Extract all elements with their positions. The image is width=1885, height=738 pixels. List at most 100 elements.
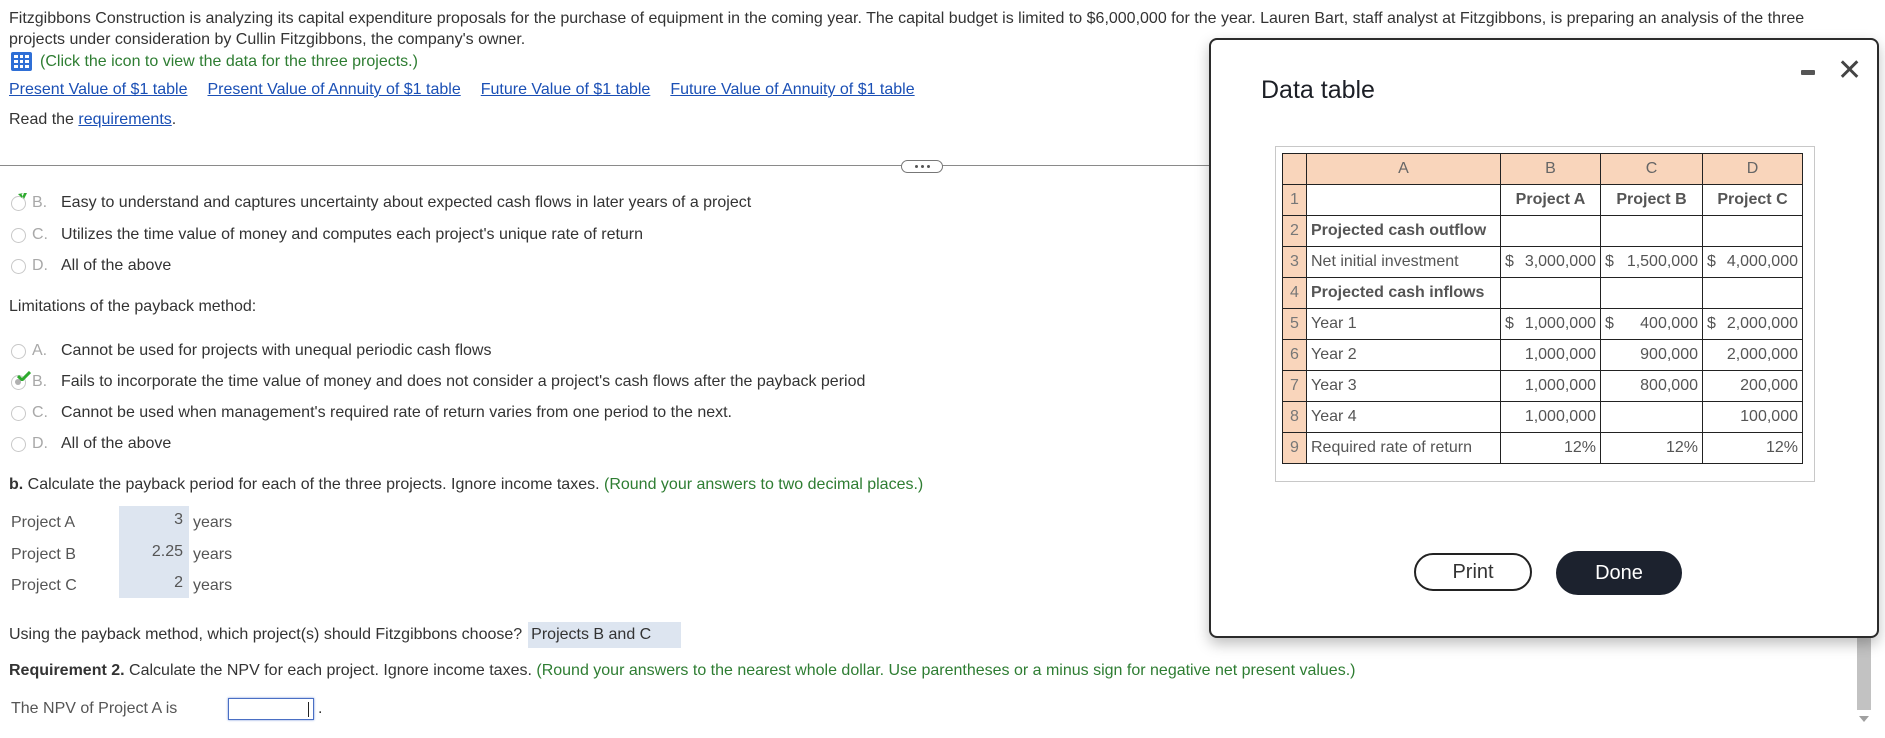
corner-cell: [1282, 153, 1307, 185]
npv-project-a-input[interactable]: [228, 698, 314, 720]
payback-value-input[interactable]: 3: [119, 511, 191, 529]
requirement-2-text: Calculate the NPV for each project. Igno…: [124, 662, 537, 679]
cell-value: 400,000: [1640, 315, 1698, 332]
payback-value-input[interactable]: 2.25: [119, 543, 191, 561]
data-hint-row[interactable]: (Click the icon to view the data for the…: [11, 52, 418, 71]
print-button[interactable]: Print: [1414, 553, 1532, 591]
cell-project-c: $4,000,000: [1702, 246, 1803, 278]
row-label: Required rate of return: [1306, 432, 1501, 464]
data-table: A B C D 1 Project A Project B Project C …: [1282, 153, 1803, 464]
limitation-option-a[interactable]: A. Cannot be used for projects with uneq…: [11, 340, 491, 362]
cell-project-b: 900,000: [1600, 339, 1703, 371]
requirement-2-hint: (Round your answers to the nearest whole…: [536, 662, 1356, 679]
minimize-icon[interactable]: [1801, 70, 1815, 75]
close-icon[interactable]: ✕: [1837, 56, 1862, 86]
advantage-option-d[interactable]: D. All of the above: [11, 255, 171, 277]
option-letter: C.: [32, 404, 48, 421]
cell: [1500, 215, 1601, 247]
row-label: [1306, 184, 1501, 216]
row-label: Projected cash inflows: [1306, 277, 1501, 309]
radio-button-selected[interactable]: [11, 370, 31, 390]
option-text: Cannot be used for projects with unequal…: [61, 342, 492, 359]
project-c-header: Project C: [1702, 184, 1803, 216]
modal-title: Data table: [1261, 76, 1375, 104]
payback-row-project-b: Project B 2.25 years: [11, 543, 232, 566]
payback-unit: years: [193, 514, 233, 531]
table-row: 4 Projected cash inflows: [1282, 277, 1803, 309]
cell-project-a: $3,000,000: [1500, 246, 1601, 278]
payback-value-input[interactable]: 2: [119, 574, 191, 592]
grid-table-icon[interactable]: [11, 52, 32, 71]
row-number: 5: [1282, 308, 1307, 340]
payback-label: Project C: [11, 577, 77, 594]
payback-label: Project A: [11, 514, 76, 531]
option-text: All of the above: [61, 435, 172, 452]
radio-button[interactable]: [11, 405, 26, 421]
cell-project-a: 1,000,000: [1500, 339, 1601, 371]
choose-question-row: Using the payback method, which project(…: [9, 622, 682, 648]
row-number: 8: [1282, 401, 1307, 433]
column-header-d: D: [1702, 153, 1803, 185]
cell: [1500, 277, 1601, 309]
radio-button[interactable]: [11, 436, 26, 452]
choose-answer-dropdown[interactable]: Projects B and C: [528, 622, 682, 648]
cell-project-c: 200,000: [1702, 370, 1803, 402]
payback-row-project-a: Project A 3 years: [11, 511, 233, 534]
row-label: Year 3: [1306, 370, 1501, 402]
cell-project-c: 12%: [1702, 432, 1803, 464]
row-number: 2: [1282, 215, 1307, 247]
part-b-text: Calculate the payback period for each of…: [23, 476, 604, 493]
radio-button[interactable]: [11, 227, 26, 243]
payback-label: Project B: [11, 546, 76, 563]
row-number: 3: [1282, 246, 1307, 278]
cell-project-b: [1600, 401, 1703, 433]
part-b-instructions: b. Calculate the payback period for each…: [9, 476, 923, 494]
column-header-a: A: [1306, 153, 1501, 185]
pv-table-link[interactable]: Present Value of $1 table: [9, 81, 188, 99]
requirement-2-label: Requirement 2.: [9, 662, 125, 679]
row-number: 1: [1282, 184, 1307, 216]
row-label: Year 4: [1306, 401, 1501, 433]
cell-value: 3,000,000: [1524, 253, 1596, 270]
npv-project-a-row: The NPV of Project A is .: [11, 698, 322, 720]
limitations-label: Limitations of the payback method:: [9, 298, 257, 315]
row-label: Net initial investment: [1306, 246, 1501, 278]
option-letter: C.: [32, 226, 48, 243]
fv-table-link[interactable]: Future Value of $1 table: [481, 81, 651, 99]
table-row: 2 Projected cash outflow: [1282, 215, 1803, 247]
npv-suffix: .: [318, 700, 323, 717]
limitation-option-c[interactable]: C. Cannot be used when management's requ…: [11, 402, 732, 424]
advantage-option-c[interactable]: C. Utilizes the time value of money and …: [11, 224, 643, 246]
currency-symbol: $: [1707, 253, 1716, 270]
expand-more-button[interactable]: [901, 160, 943, 173]
currency-symbol: $: [1505, 253, 1514, 270]
cell: [1600, 277, 1703, 309]
row-label: Year 1: [1306, 308, 1501, 340]
cell-project-a: 12%: [1500, 432, 1601, 464]
fv-annuity-table-link[interactable]: Future Value of Annuity of $1 table: [670, 81, 914, 99]
done-button[interactable]: Done: [1556, 551, 1682, 595]
radio-button[interactable]: [11, 192, 27, 211]
limitation-option-b[interactable]: B. Fails to incorporate the time value o…: [11, 370, 866, 393]
table-row: 9 Required rate of return 12% 12% 12%: [1282, 432, 1803, 464]
cell-project-c: 100,000: [1702, 401, 1803, 433]
cell-project-b: $400,000: [1600, 308, 1703, 340]
cell-project-a: $1,000,000: [1500, 308, 1601, 340]
option-text: Fails to incorporate the time value of m…: [61, 373, 866, 390]
part-b-hint: (Round your answers to two decimal place…: [604, 476, 924, 493]
pv-annuity-table-link[interactable]: Present Value of Annuity of $1 table: [208, 81, 461, 99]
radio-button[interactable]: [11, 258, 26, 274]
option-letter: D.: [32, 435, 48, 452]
project-b-header: Project B: [1600, 184, 1703, 216]
cell-project-c: 2,000,000: [1702, 339, 1803, 371]
cell: [1702, 277, 1803, 309]
table-row: 1 Project A Project B Project C: [1282, 184, 1803, 216]
requirements-link[interactable]: requirements: [78, 111, 171, 128]
radio-button[interactable]: [11, 343, 26, 359]
cell-project-b: 800,000: [1600, 370, 1703, 402]
advantage-option-b[interactable]: B. Easy to understand and captures uncer…: [11, 192, 751, 214]
row-number: 6: [1282, 339, 1307, 371]
scroll-down-arrow-icon[interactable]: [1859, 716, 1869, 722]
cell-project-a: 1,000,000: [1500, 401, 1601, 433]
limitation-option-d[interactable]: D. All of the above: [11, 433, 171, 455]
